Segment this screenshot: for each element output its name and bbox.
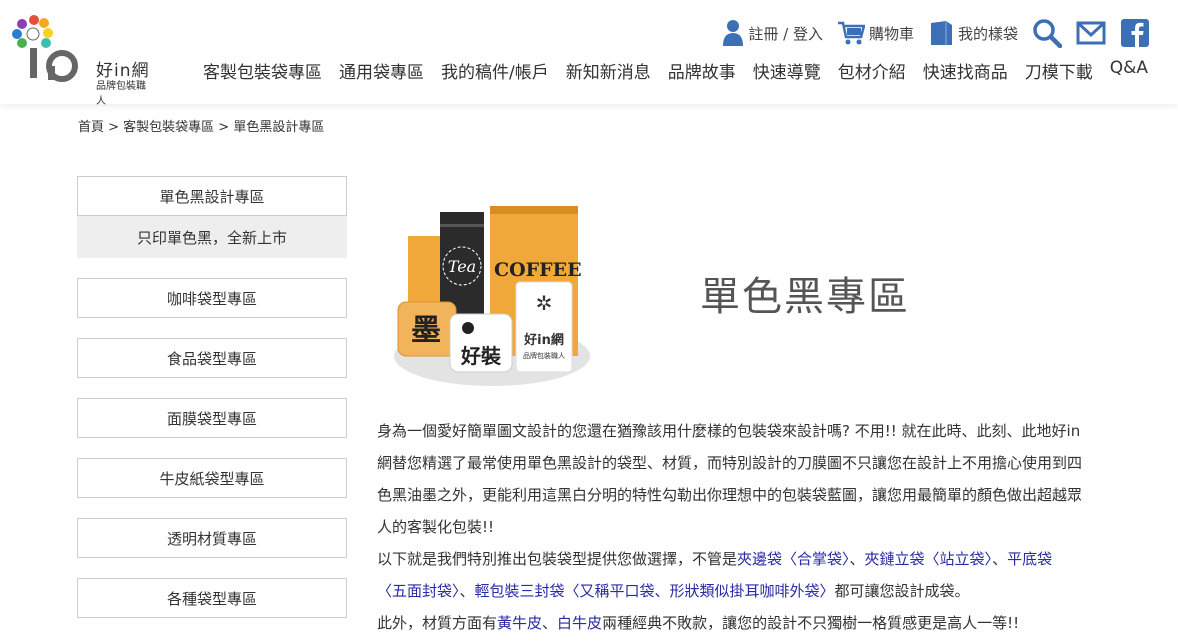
intro-text: 身為一個愛好簡單圖文設計的您還在猶豫該用什麼樣的包裝袋來設計嗎? 不用!! 就在… <box>377 415 1082 639</box>
favorites-link[interactable]: 我的樣袋 <box>928 19 1018 47</box>
bag-icon <box>930 21 952 45</box>
nav-quick-guide[interactable]: 快速導覽 <box>753 58 821 83</box>
user-icon <box>723 20 744 46</box>
hero-badge-brand-sub: 品牌包裝職人 <box>523 351 565 360</box>
sidebar: 單色黑設計專區 只印單色黑，全新上市 咖啡袋型專區 食品袋型專區 面膜袋型專區 … <box>77 176 347 618</box>
text-span: 兩種經典不敗款，讓您的設計不只獨樹一格質感更是高人一等!! <box>602 614 1020 632</box>
text-span: 、 <box>459 582 475 600</box>
text-span: 、 <box>849 550 865 568</box>
main-nav: 客製包裝袋專區 通用袋專區 我的稿件/帳戶 新知新消息 品牌故事 快速導覽 包材… <box>203 58 1148 83</box>
intro-paragraph-3: 此外，材質方面有黃牛皮、白牛皮兩種經典不敗款，讓您的設計不只獨樹一格質感更是高人… <box>377 607 1082 639</box>
nav-custom-bags[interactable]: 客製包裝袋專區 <box>203 58 322 83</box>
cart-icon <box>837 21 865 45</box>
favorites-label: 我的樣袋 <box>957 24 1018 43</box>
flower-logo-icon <box>12 15 78 82</box>
site-header: 好in網 品牌包裝職人 註冊 / 登入 購物車 我的樣袋 客製包裝袋專區 通用袋… <box>0 0 1178 107</box>
hero-badge-brand: 好in網 <box>523 332 564 348</box>
nav-news[interactable]: 新知新消息 <box>566 58 651 83</box>
text-span: 、 <box>992 550 1008 568</box>
sidebar-item-food[interactable]: 食品袋型專區 <box>77 338 347 378</box>
intro-paragraph-1: 身為一個愛好簡單圖文設計的您還在猶豫該用什麼樣的包裝袋來設計嗎? 不用!! 就在… <box>377 422 1083 536</box>
sidebar-item-mono-black[interactable]: 單色黑設計專區 <box>77 176 347 216</box>
link-white-kraft[interactable]: 白牛皮 <box>557 614 602 632</box>
nav-brand-story[interactable]: 品牌故事 <box>668 58 736 83</box>
site-logo[interactable]: 好in網 品牌包裝職人 <box>10 12 155 107</box>
sidebar-item-transparent[interactable]: 透明材質專區 <box>77 518 347 558</box>
hero-badge-goodpack: 好裝 <box>460 344 502 368</box>
link-gusset-bag[interactable]: 夾邊袋〈合掌袋〉 <box>737 550 850 568</box>
link-standup-bag[interactable]: 夾鏈立袋〈站立袋〉 <box>865 550 993 568</box>
sidebar-item-kraft[interactable]: 牛皮紙袋型專區 <box>77 458 347 498</box>
text-span: 此外，材質方面有 <box>377 614 498 632</box>
link-three-side-bag[interactable]: 輕包裝三封袋〈又稱平口袋、形狀類似掛耳咖啡外袋〉 <box>475 582 835 600</box>
nav-die-download[interactable]: 刀模下載 <box>1025 58 1093 83</box>
page-title: 單色黑專區 <box>700 274 910 320</box>
facebook-icon[interactable] <box>1120 18 1150 48</box>
sidebar-item-mask[interactable]: 面膜袋型專區 <box>77 398 347 438</box>
hero-badge-ink: 墨 <box>411 313 441 348</box>
breadcrumb[interactable]: 首頁 > 客製包裝袋專區 > 單色黑設計專區 <box>78 116 324 135</box>
nav-qa[interactable]: Q&A <box>1110 58 1148 83</box>
intro-paragraph-2: 以下就是我們特別推出包裝袋型提供您做選擇，不管是夾邊袋〈合掌袋〉、夾鏈立袋〈站立… <box>377 543 1082 607</box>
text-span: 以下就是我們特別推出包裝袋型提供您做選擇，不管是 <box>377 550 738 568</box>
sidebar-subitem-mono-new[interactable]: 只印單色黑，全新上市 <box>77 216 347 258</box>
link-yellow-kraft[interactable]: 黃牛皮 <box>497 614 542 632</box>
sidebar-item-coffee[interactable]: 咖啡袋型專區 <box>77 278 347 318</box>
cart-label: 購物車 <box>868 24 914 43</box>
nav-materials[interactable]: 包材介紹 <box>838 58 906 83</box>
search-icon[interactable] <box>1032 18 1062 48</box>
brand-tagline: 品牌包裝職人 <box>96 81 146 107</box>
login-label: 註冊 / 登入 <box>748 24 823 43</box>
sidebar-item-various[interactable]: 各種袋型專區 <box>77 578 347 618</box>
hero-bags-illustration: COFFEE Tea ✲ 好in網 品牌包裝職人 墨 好裝 <box>394 206 590 386</box>
login-link[interactable]: 註冊 / 登入 <box>722 19 823 47</box>
utility-bar: 註冊 / 登入 購物車 我的樣袋 <box>722 18 1150 48</box>
cart-link[interactable]: 購物車 <box>837 19 914 47</box>
svg-text:✲: ✲ <box>536 291 553 315</box>
nav-my-account[interactable]: 我的稿件/帳戶 <box>441 58 549 83</box>
nav-general-bags[interactable]: 通用袋專區 <box>339 58 424 83</box>
mail-icon[interactable] <box>1076 20 1106 46</box>
nav-find-products[interactable]: 快速找商品 <box>923 58 1008 83</box>
text-span: 、 <box>542 614 558 632</box>
text-span: 都可讓您設計成袋。 <box>834 582 970 600</box>
hero-coffee-label: COFFEE <box>494 259 582 281</box>
hero-tea-label: Tea <box>448 257 476 276</box>
